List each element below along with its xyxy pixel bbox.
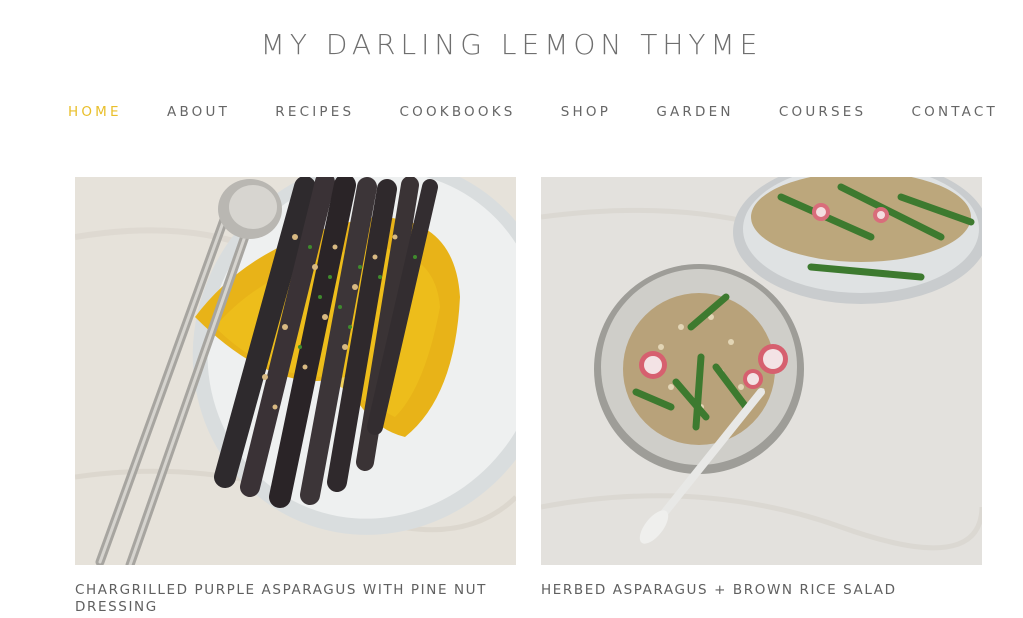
nav-item-courses[interactable]: COURSES <box>779 104 866 120</box>
main-nav: HOME ABOUT RECIPES COOKBOOKS SHOP GARDEN… <box>68 104 998 120</box>
nav-item-home[interactable]: HOME <box>68 104 122 120</box>
post-card-asparagus-pine-nut: CHARGRILLED PURPLE ASPARAGUS WITH PINE N… <box>75 177 516 616</box>
post-title[interactable]: CHARGRILLED PURPLE ASPARAGUS WITH PINE N… <box>75 582 495 616</box>
post-image-purple-asparagus[interactable] <box>75 177 516 565</box>
nav-item-shop[interactable]: SHOP <box>561 104 611 120</box>
post-card-brown-rice-salad: HERBED ASPARAGUS + BROWN RICE SALAD <box>541 177 982 599</box>
post-image-brown-rice-salad[interactable] <box>541 177 982 565</box>
nav-item-contact[interactable]: CONTACT <box>912 104 998 120</box>
nav-item-cookbooks[interactable]: COOKBOOKS <box>400 104 516 120</box>
site-title[interactable]: MY DARLING LEMON THYME <box>0 28 1023 61</box>
post-title[interactable]: HERBED ASPARAGUS + BROWN RICE SALAD <box>541 582 961 599</box>
nav-item-about[interactable]: ABOUT <box>167 104 230 120</box>
nav-item-recipes[interactable]: RECIPES <box>275 104 354 120</box>
nav-item-garden[interactable]: GARDEN <box>656 104 733 120</box>
